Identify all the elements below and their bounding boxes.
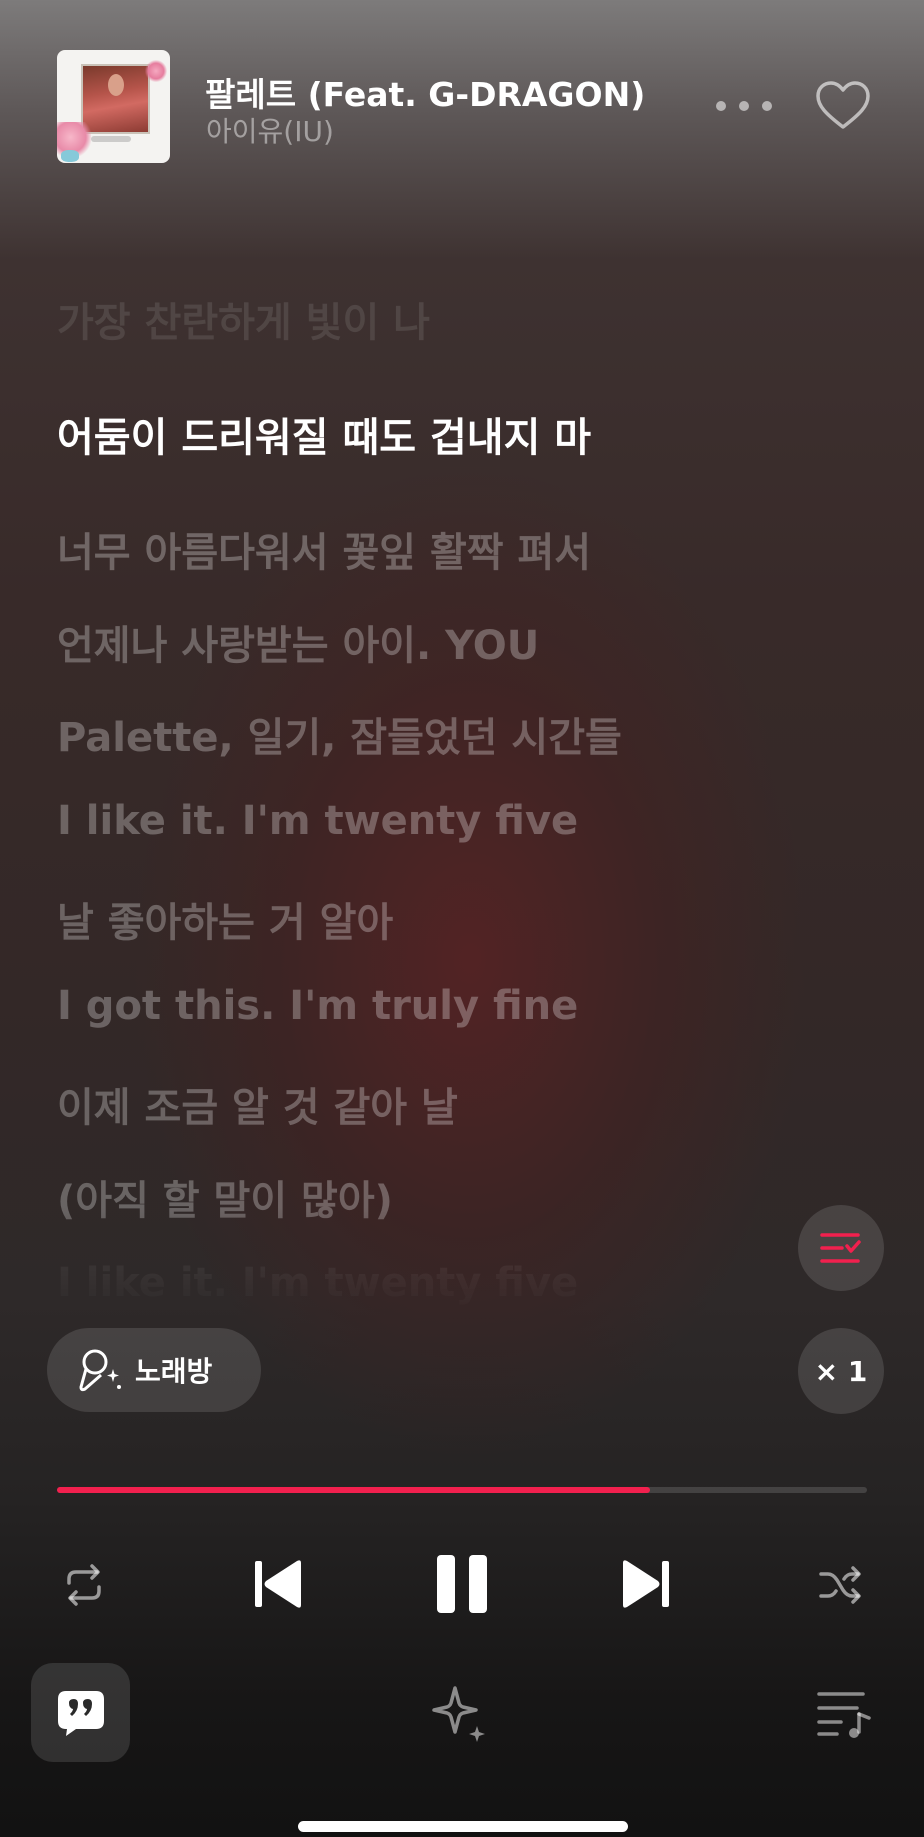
pause-button[interactable] xyxy=(428,1548,496,1620)
lyric-line-current[interactable]: 어둠이 드리워질 때도 겁내지 마 xyxy=(57,405,591,463)
leaf-decoration xyxy=(61,150,79,162)
album-caption xyxy=(91,136,131,142)
player-screen: 팔레트 (Feat. G-DRAGON) 아이유(IU) 가장 찬란하게 빛이 … xyxy=(0,0,924,1837)
next-track-button[interactable] xyxy=(614,1550,678,1618)
playback-speed-button[interactable]: × 1 xyxy=(798,1328,884,1414)
karaoke-label: 노래방 xyxy=(135,1355,213,1388)
shuffle-icon xyxy=(819,1566,861,1604)
sparkle-icon xyxy=(432,1686,485,1742)
artist-name[interactable]: 아이유(IU) xyxy=(206,110,334,150)
lyrics-tab-button[interactable] xyxy=(31,1663,130,1762)
lyrics-sync-button[interactable] xyxy=(798,1205,884,1291)
progress-fill xyxy=(57,1487,650,1493)
lyric-line[interactable]: I got this. I'm truly fine xyxy=(57,983,578,1029)
lyric-line[interactable]: (아직 할 말이 많아) xyxy=(57,1168,393,1226)
like-button[interactable] xyxy=(814,80,872,132)
lyric-line[interactable]: 가장 찬란하게 빛이 나 xyxy=(57,290,430,348)
more-options-button[interactable] xyxy=(712,88,776,124)
karaoke-button[interactable]: 노래방 xyxy=(47,1328,261,1412)
lyric-line[interactable]: 언제나 사랑받는 아이. YOU xyxy=(57,613,539,671)
pause-icon xyxy=(437,1555,487,1613)
ellipsis-icon xyxy=(716,101,726,111)
playlist-tab-button[interactable] xyxy=(815,1688,873,1740)
lyric-line[interactable]: I like it. I'm twenty five xyxy=(57,798,578,844)
lyric-line[interactable]: 날 좋아하는 거 알아 xyxy=(57,890,393,948)
progress-bar[interactable] xyxy=(57,1487,867,1493)
list-check-icon xyxy=(820,1233,861,1263)
quote-bubble-icon xyxy=(57,1690,104,1736)
repeat-button[interactable] xyxy=(54,1555,114,1615)
lyric-line[interactable]: Palette, 일기, 잠들었던 시간들 xyxy=(57,705,622,763)
heart-outline-icon xyxy=(816,81,870,129)
previous-track-button[interactable] xyxy=(246,1550,310,1618)
skip-next-icon xyxy=(623,1560,669,1608)
home-indicator[interactable] xyxy=(298,1821,628,1832)
album-photo-face xyxy=(108,74,124,96)
flower-decoration xyxy=(145,60,167,82)
microphone-sparkle-icon xyxy=(79,1349,121,1392)
ellipsis-icon xyxy=(762,101,772,111)
playback-speed-label: × 1 xyxy=(814,1354,868,1388)
lyric-line[interactable]: I like it. I'm twenty five xyxy=(57,1260,578,1306)
playlist-icon xyxy=(817,1692,871,1738)
discover-tab-button[interactable] xyxy=(428,1680,494,1746)
lyrics-view[interactable]: 가장 찬란하게 빛이 나 어둠이 드리워질 때도 겁내지 마 너무 아름다워서 … xyxy=(57,290,877,1310)
repeat-icon xyxy=(67,1564,101,1606)
ellipsis-icon xyxy=(739,101,749,111)
lyric-line[interactable]: 너무 아름다워서 꽃잎 활짝 펴서 xyxy=(57,520,591,578)
song-title[interactable]: 팔레트 (Feat. G-DRAGON) xyxy=(205,68,645,116)
album-photo xyxy=(81,64,150,134)
album-art[interactable] xyxy=(57,50,170,163)
lyric-line[interactable]: 이제 조금 알 것 같아 날 xyxy=(57,1075,458,1133)
skip-previous-icon xyxy=(255,1560,301,1608)
shuffle-button[interactable] xyxy=(810,1555,870,1615)
